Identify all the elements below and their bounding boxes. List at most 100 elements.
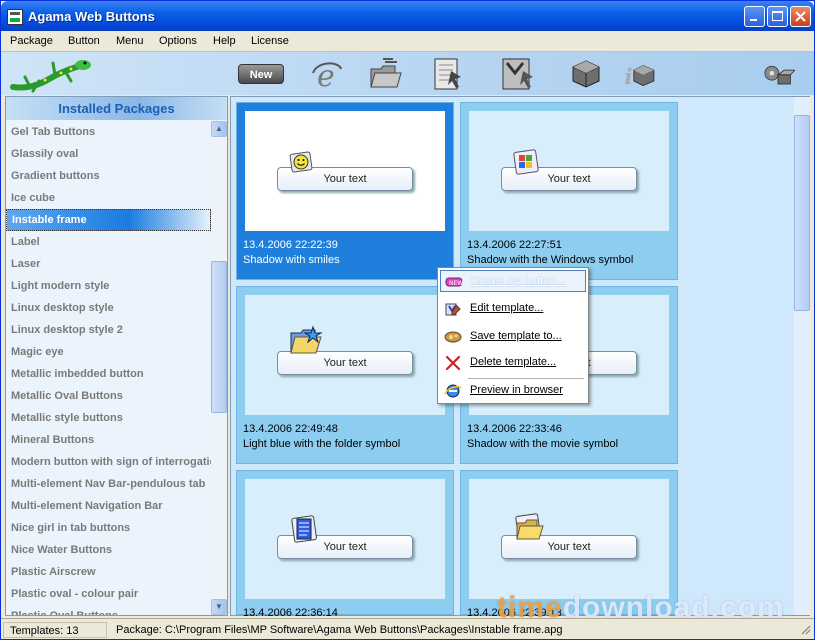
- package-list-scrollbar[interactable]: ▲ ▼: [211, 121, 227, 615]
- window-title: Agama Web Buttons: [28, 9, 155, 24]
- package-item[interactable]: Label: [6, 231, 211, 253]
- package-item[interactable]: Multi-element Navigation Bar: [6, 495, 211, 517]
- new-button-icon: NEW: [445, 277, 463, 287]
- package-item[interactable]: Multi-element Nav Bar-pendulous tab: [6, 473, 211, 495]
- folder-open-icon[interactable]: [369, 57, 403, 91]
- new-package-button[interactable]: New: [238, 64, 284, 84]
- package-item[interactable]: Linux desktop style: [6, 297, 211, 319]
- maximize-button[interactable]: [767, 6, 788, 27]
- folder-icon: [290, 325, 323, 354]
- package-item[interactable]: Plastic Airscrew: [6, 561, 211, 583]
- package-item[interactable]: Plastic Oval Buttons: [6, 605, 211, 615]
- package-item[interactable]: Glassily oval: [6, 143, 211, 165]
- package-item[interactable]: Metallic Oval Buttons: [6, 385, 211, 407]
- sidebar-header: Installed Packages: [6, 97, 227, 120]
- minimize-button[interactable]: [744, 6, 765, 27]
- template-preview: Your text: [245, 295, 445, 415]
- package-item[interactable]: Nice girl in tab buttons: [6, 517, 211, 539]
- scroll-down-button[interactable]: ▼: [211, 599, 227, 615]
- template-card[interactable]: Your text 13.4.2006 22:22:39 Shadow with…: [236, 102, 454, 280]
- package-item[interactable]: Metallic imbedded button: [6, 363, 211, 385]
- template-preview: Your text: [245, 479, 445, 599]
- scroll-up-button[interactable]: ▲: [211, 121, 227, 137]
- menu-package[interactable]: Package: [10, 35, 53, 47]
- context-item-label: Save template to...: [470, 330, 562, 342]
- package-item[interactable]: Laser: [6, 253, 211, 275]
- internet-explorer-icon: [444, 384, 462, 398]
- package-item[interactable]: Light modern style: [6, 275, 211, 297]
- package-item[interactable]: Mineral Buttons: [6, 429, 211, 451]
- templates-scrollbar[interactable]: [794, 97, 810, 615]
- status-package-path: Package: C:\Program Files\MP Software\Ag…: [116, 624, 563, 636]
- context-edit-template[interactable]: Edit template...: [440, 298, 586, 320]
- app-window: Agama Web Buttons Package Button Menu Op…: [0, 0, 815, 640]
- template-card[interactable]: Your text 13.4.2006 22:49:48 Light blue …: [236, 286, 454, 464]
- template-date: 13.4.2006 22:33:46: [467, 423, 562, 435]
- menu-license[interactable]: License: [251, 35, 289, 47]
- template-description: Shadow with the Windows symbol: [467, 254, 634, 266]
- close-icon: [795, 11, 806, 22]
- menu-menu[interactable]: Menu: [116, 35, 144, 47]
- package-item[interactable]: Magic eye: [6, 341, 211, 363]
- context-menu: NEW Create my button... Edit template...…: [437, 267, 589, 404]
- context-preview-browser[interactable]: Preview in browser: [440, 380, 586, 402]
- blank-template-icon[interactable]: [431, 57, 465, 91]
- cube-icon[interactable]: [569, 57, 603, 91]
- template-card[interactable]: Your text 13.4.2006 22:27:51 Shadow with…: [460, 102, 678, 280]
- app-icon: [7, 9, 23, 25]
- package-item[interactable]: Gel Tab Buttons: [6, 121, 211, 143]
- context-item-label: Edit template...: [470, 302, 544, 314]
- context-create-button[interactable]: NEW Create my button...: [440, 270, 586, 292]
- menu-options[interactable]: Options: [159, 35, 197, 47]
- template-preview: Your text: [469, 479, 669, 599]
- status-bar: Templates: 13 Package: C:\Program Files\…: [1, 618, 814, 639]
- package-item[interactable]: Plastic oval - colour pair: [6, 583, 211, 605]
- template-card[interactable]: Your text 13.4.2006 22:36:14: [236, 470, 454, 619]
- template-preview: Your text: [245, 111, 445, 231]
- template-date: 13.4.2006 22:22:39: [243, 239, 338, 251]
- notepad-icon: [291, 515, 317, 543]
- package-item[interactable]: Modern button with sign of interrogation: [6, 451, 211, 473]
- package-item[interactable]: Gradient buttons: [6, 165, 211, 187]
- title-bar[interactable]: Agama Web Buttons: [1, 1, 814, 31]
- package-item[interactable]: Nice Water Buttons: [6, 539, 211, 561]
- package-item[interactable]: Ice cube: [6, 187, 211, 209]
- internet-explorer-icon[interactable]: e: [309, 57, 343, 91]
- template-description: Shadow with smiles: [243, 254, 340, 266]
- menu-bar: Package Button Menu Options Help License: [1, 31, 814, 52]
- minimize-icon: [750, 19, 757, 21]
- menu-button[interactable]: Button: [68, 35, 100, 47]
- svg-text:NEW: NEW: [449, 280, 463, 287]
- template-date: 13.4.2006 22:49:48: [243, 423, 338, 435]
- template-description: Light blue with the folder symbol: [243, 438, 401, 450]
- status-template-count: Templates: 13: [3, 622, 107, 638]
- context-item-label: Preview in browser: [470, 384, 563, 396]
- scroll-thumb[interactable]: [794, 115, 810, 311]
- save-template-icon: [444, 331, 462, 343]
- maximize-icon: [772, 11, 783, 21]
- windows-logo-icon: [513, 149, 539, 175]
- packages-sidebar: Installed Packages Gel Tab Buttons Glass…: [5, 96, 228, 616]
- edit-template-icon: [445, 303, 461, 316]
- context-item-label: Delete template...: [470, 356, 557, 368]
- template-icon[interactable]: [501, 57, 535, 91]
- package-item[interactable]: Metallic style buttons: [6, 407, 211, 429]
- delete-icon: [445, 355, 461, 371]
- package-item[interactable]: Linux desktop style 2: [6, 319, 211, 341]
- settings-icon[interactable]: [761, 57, 795, 91]
- template-date: 13.4.2006 22:27:51: [467, 239, 562, 251]
- template-preview: Your text: [469, 111, 669, 231]
- context-save-template[interactable]: Save template to...: [440, 326, 586, 348]
- context-separator: [468, 378, 584, 379]
- context-item-label: Create my button...: [471, 275, 565, 287]
- close-button[interactable]: [790, 6, 811, 27]
- package-list[interactable]: Gel Tab Buttons Glassily oval Gradient b…: [6, 121, 211, 615]
- gecko-logo: [10, 60, 91, 93]
- template-description: Shadow with the movie symbol: [467, 438, 619, 450]
- package-item-selected[interactable]: Instable frame: [6, 209, 211, 231]
- context-delete-template[interactable]: Delete template...: [440, 352, 586, 374]
- resize-grip-icon[interactable]: [798, 622, 811, 635]
- info-cube-icon[interactable]: i: [623, 57, 657, 91]
- menu-help[interactable]: Help: [213, 35, 236, 47]
- scroll-thumb[interactable]: [211, 261, 227, 413]
